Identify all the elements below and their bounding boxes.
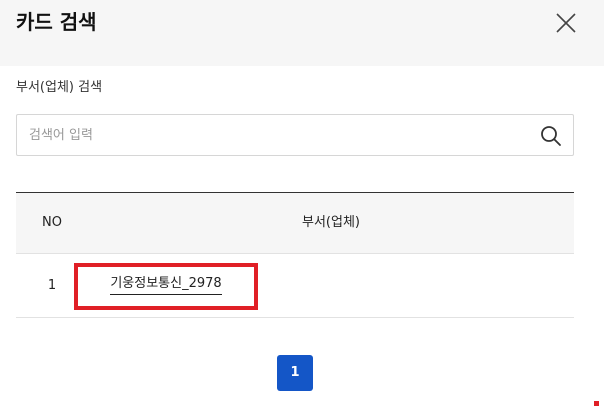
search-icon [541,126,561,146]
column-header-dept: 부서(업체) [302,215,360,230]
dept-link[interactable]: 기웅정보통신_2978 [110,276,222,295]
modal-header: 카드 검색 [0,0,604,66]
close-icon [556,13,576,33]
search-box [16,114,574,156]
page-button-1[interactable]: 1 [277,355,313,391]
corner-marker [594,401,599,406]
search-input[interactable] [29,115,529,155]
search-button[interactable] [539,124,563,148]
results-table: NO 부서(업체) 1 기웅정보통신_2978 [16,192,574,318]
table-header: NO 부서(업체) [16,192,574,254]
table-row[interactable]: 1 기웅정보통신_2978 [16,254,574,318]
highlighted-cell: 기웅정보통신_2978 [74,263,258,310]
column-header-no: NO [42,215,62,230]
search-label: 부서(업체) 검색 [16,80,103,95]
close-button[interactable] [553,10,579,36]
modal-title: 카드 검색 [16,10,97,34]
